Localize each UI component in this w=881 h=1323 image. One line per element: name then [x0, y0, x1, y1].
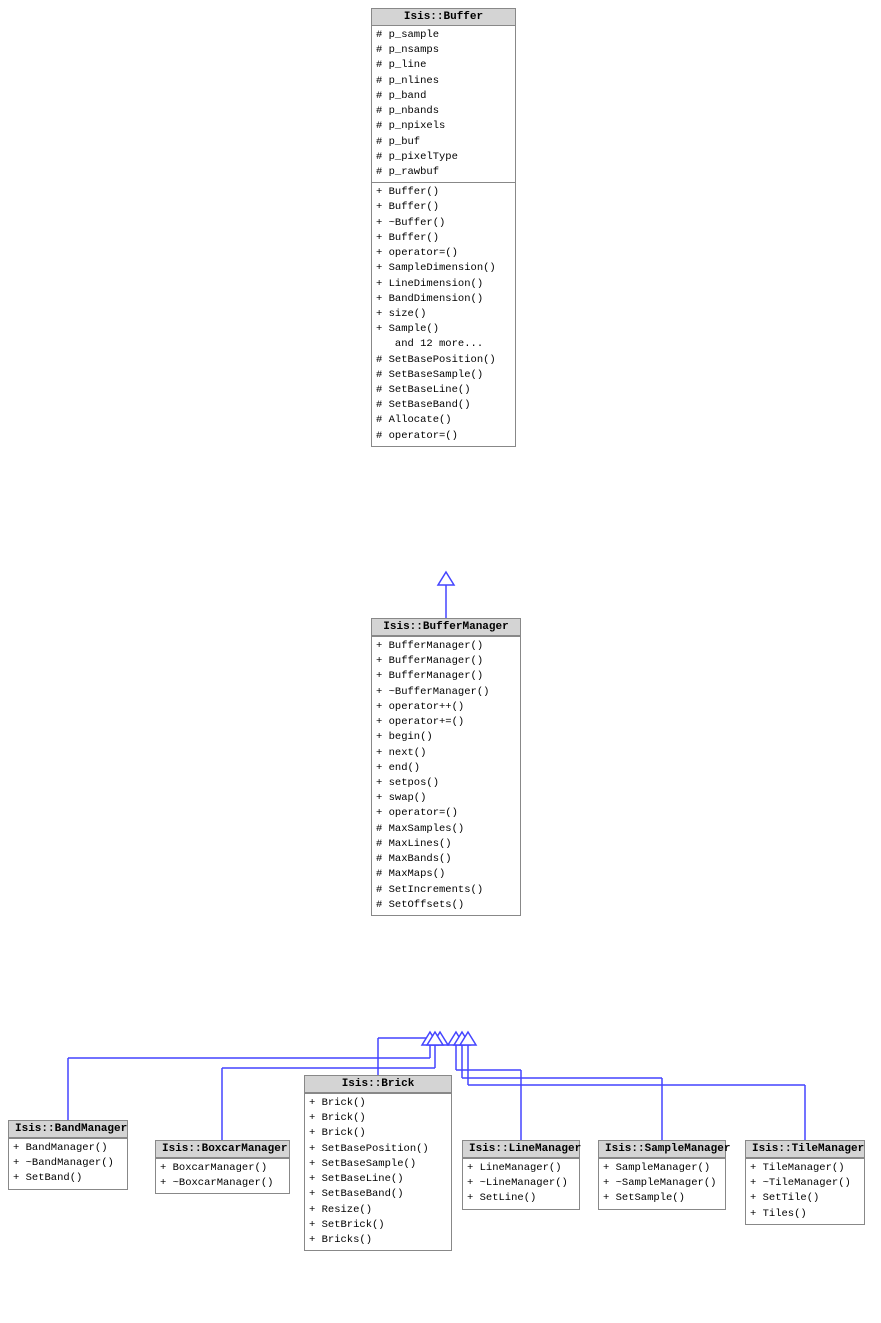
- bandmanager-box: Isis::BandManager + BandManager() + ~Ban…: [8, 1120, 128, 1190]
- samplemanager-box: Isis::SampleManager + SampleManager() + …: [598, 1140, 726, 1210]
- buffermanager-methods: + BufferManager() + BufferManager() + Bu…: [372, 637, 520, 915]
- boxcarmanager-methods: + BoxcarManager() + ~BoxcarManager(): [156, 1159, 289, 1193]
- buffermanager-box: Isis::BufferManager + BufferManager() + …: [371, 618, 521, 916]
- tilemanager-methods: + TileManager() + ~TileManager() + SetTi…: [746, 1159, 864, 1224]
- linemanager-box: Isis::LineManager + LineManager() + ~Lin…: [462, 1140, 580, 1210]
- bandmanager-methods: + BandManager() + ~BandManager() + SetBa…: [9, 1139, 127, 1189]
- brick-methods: + Brick() + Brick() + Brick() + SetBaseP…: [305, 1094, 451, 1250]
- boxcarmanager-title: Isis::BoxcarManager: [156, 1141, 289, 1158]
- tilemanager-box: Isis::TileManager + TileManager() + ~Til…: [745, 1140, 865, 1225]
- brick-title: Isis::Brick: [305, 1076, 451, 1093]
- buffer-methods: + Buffer() + Buffer() + ~Buffer() + Buff…: [372, 183, 515, 446]
- buffer-box: Isis::Buffer # p_sample # p_nsamps # p_l…: [371, 8, 516, 447]
- brick-box: Isis::Brick + Brick() + Brick() + Brick(…: [304, 1075, 452, 1251]
- tilemanager-title: Isis::TileManager: [746, 1141, 864, 1158]
- bandmanager-title: Isis::BandManager: [9, 1121, 127, 1138]
- buffer-fields: # p_sample # p_nsamps # p_line # p_nline…: [372, 26, 515, 182]
- linemanager-methods: + LineManager() + ~LineManager() + SetLi…: [463, 1159, 579, 1209]
- buffer-title: Isis::Buffer: [372, 9, 515, 26]
- boxcarmanager-box: Isis::BoxcarManager + BoxcarManager() + …: [155, 1140, 290, 1194]
- linemanager-title: Isis::LineManager: [463, 1141, 579, 1158]
- samplemanager-title: Isis::SampleManager: [599, 1141, 725, 1158]
- buffermanager-title: Isis::BufferManager: [372, 619, 520, 636]
- samplemanager-methods: + SampleManager() + ~SampleManager() + S…: [599, 1159, 725, 1209]
- diagram-container: Isis::Buffer # p_sample # p_nsamps # p_l…: [0, 0, 881, 1323]
